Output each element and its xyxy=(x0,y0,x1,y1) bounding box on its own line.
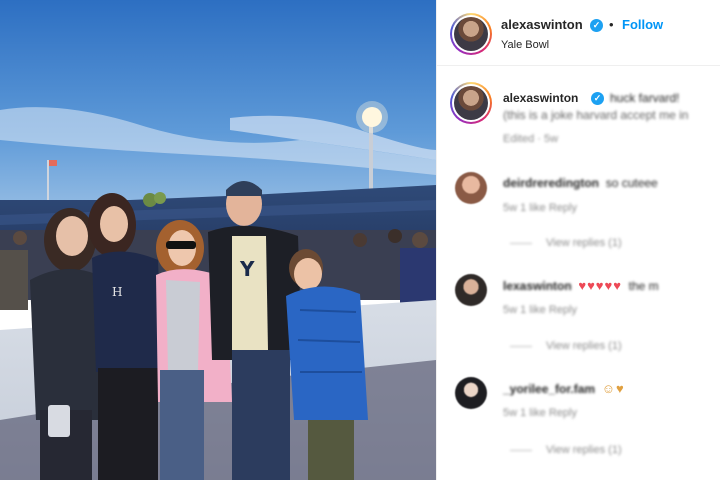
comment-text: lexaswinton ♥♥♥♥♥ the m xyxy=(503,278,659,293)
author-username[interactable]: alexaswinton xyxy=(501,17,583,32)
comment-text: deirdreredington so cuteee xyxy=(503,176,658,190)
comment-meta: 5w 1 like Reply xyxy=(503,304,577,316)
comment-avatar[interactable] xyxy=(455,377,487,409)
view-replies-label: View replies (1) xyxy=(546,340,622,352)
heart-emoji-icon: ♥♥♥♥♥ xyxy=(578,278,622,293)
view-replies-label: View replies (1) xyxy=(546,444,622,456)
emoji-icon: ☺♥ xyxy=(601,381,625,396)
author-avatar[interactable] xyxy=(450,13,492,55)
svg-text:H: H xyxy=(112,285,122,299)
verified-badge-icon: ✓ xyxy=(590,19,603,32)
caption-meta: Edited · 5w xyxy=(503,133,559,145)
comment-avatar[interactable] xyxy=(455,172,487,204)
comment-username[interactable]: lexaswinton xyxy=(503,279,572,293)
view-replies-label: View replies (1) xyxy=(546,237,622,249)
comment-username[interactable]: _yorilee_for.fam xyxy=(503,382,595,396)
post-header: alexaswinton ✓ • Follow Yale Bowl xyxy=(437,0,720,66)
comment-meta: 5w 1 like Reply xyxy=(503,202,577,214)
post-side-panel: alexaswinton ✓ • Follow Yale Bowl alexas… xyxy=(436,0,720,480)
separator-dot: • xyxy=(609,17,614,32)
caption-text-line2: (this is a joke harvard accept me in xyxy=(503,108,689,122)
comment-avatar[interactable] xyxy=(455,274,487,306)
view-replies-button[interactable]: View replies (1) xyxy=(510,340,622,352)
comment-username[interactable]: deirdreredington xyxy=(503,176,599,190)
caption-avatar[interactable] xyxy=(450,82,492,124)
family-photo-image: H Y xyxy=(0,0,436,480)
post-location[interactable]: Yale Bowl xyxy=(501,39,549,51)
comment-text: _yorilee_for.fam ☺♥ xyxy=(503,381,625,396)
caption-text: huck farvard! xyxy=(610,91,680,105)
post-photo[interactable]: H Y xyxy=(0,0,436,480)
comment-body: the m xyxy=(628,279,659,293)
comment-body: so cuteee xyxy=(605,176,658,190)
comment-meta: 5w 1 like Reply xyxy=(503,407,577,419)
caption-verified-badge-icon: ✓ xyxy=(591,92,604,105)
view-replies-button[interactable]: View replies (1) xyxy=(510,237,622,249)
follow-button[interactable]: Follow xyxy=(622,17,663,32)
view-replies-button[interactable]: View replies (1) xyxy=(510,444,622,456)
caption-username[interactable]: alexaswinton xyxy=(503,91,578,105)
svg-text:Y: Y xyxy=(239,257,255,281)
